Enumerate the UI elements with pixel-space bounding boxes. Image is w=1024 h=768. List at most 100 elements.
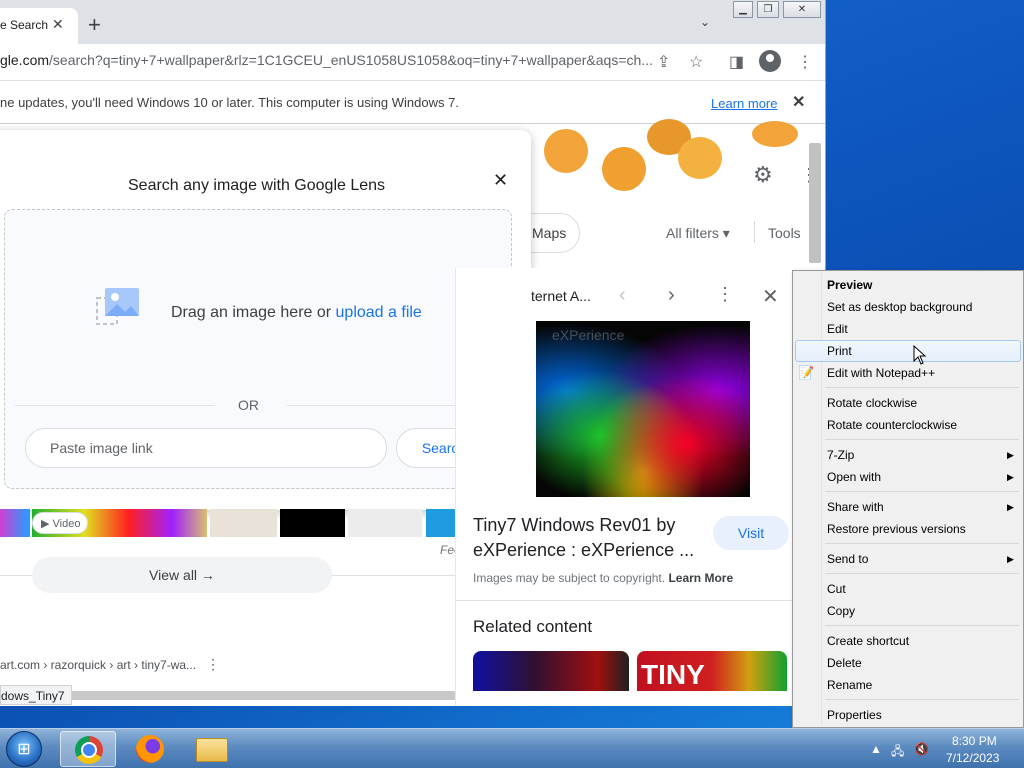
notepad-plus-plus-icon: 📝 [798,365,815,380]
close-window-button[interactable]: ✕ [783,1,821,18]
menu-item-delete[interactable]: Delete [827,656,862,670]
doodle-icon[interactable] [544,129,588,173]
preview-image[interactable]: eXPerience [536,321,750,497]
menu-item-properties[interactable]: Properties [827,708,882,722]
new-tab-button[interactable]: + [88,12,101,38]
taskbar-explorer-button[interactable] [184,731,240,767]
clock-date[interactable]: 7/12/2023 [946,751,999,765]
menu-item-cut[interactable]: Cut [827,582,846,596]
menu-item-edit-with-notepad[interactable]: Edit with Notepad++ [827,366,935,380]
submenu-arrow-icon: ▶ [1007,472,1014,482]
settings-gear-icon[interactable]: ⚙ [753,162,773,188]
doodle-icon[interactable] [678,137,722,179]
related-thumbnail[interactable] [473,651,629,691]
result-cite[interactable]: art.com › razorquick › art › tiny7-wa... [0,658,196,672]
menu-item-print[interactable]: Print [827,344,852,358]
address-bar[interactable]: gle.com/search?q=tiny+7+wallpaper&rlz=1C… [0,52,653,68]
learn-more-link[interactable]: Learn more [711,96,777,111]
menu-separator [825,699,1019,700]
visit-button[interactable]: Visit [713,516,789,550]
tab-strip: e Search ✕ + ⌄ ▁ ❐ ✕ [0,0,825,44]
menu-item-7zip[interactable]: 7-Zip [827,448,854,462]
previous-image-icon[interactable]: ‹ [619,284,626,307]
result-more-icon[interactable]: ⋮ [206,656,220,673]
menu-separator [825,573,1019,574]
video-badge-label: ▶ Video [41,518,81,530]
menu-item-share-with[interactable]: Share with [827,500,884,514]
tab-close-icon[interactable]: ✕ [52,16,64,33]
show-hidden-icons-icon[interactable]: ▲ [870,742,882,756]
tab-search-chevron-icon[interactable]: ⌄ [700,15,710,29]
side-panel-icon[interactable]: ◨ [729,52,744,72]
menu-item-open-with[interactable]: Open with [827,470,881,484]
related-thumbnail[interactable]: TINY [637,651,787,691]
panel-close-icon[interactable]: ✕ [762,284,779,309]
visit-label: Visit [737,525,765,541]
doodle-icon[interactable] [602,147,646,191]
restore-button[interactable]: ❐ [757,1,779,18]
status-bubble: dows_Tiny7 [0,685,72,705]
or-divider-left [15,405,215,406]
image-drop-zone[interactable]: Drag an image here or upload a file OR P… [4,209,512,489]
menu-item-set-desktop-background[interactable]: Set as desktop background [827,300,972,314]
minimize-button[interactable]: ▁ [733,1,753,18]
search-results-page: ⚙ ⋮ Maps All filters ▾ Tools Search any … [0,119,825,706]
upload-file-link[interactable]: upload a file [336,304,422,321]
start-button[interactable]: ⊞ [6,731,42,767]
drag-text: Drag an image here or [171,304,336,321]
chrome-icon [75,736,103,764]
drag-instructions: Drag an image here or upload a file [171,304,422,322]
next-image-icon[interactable]: › [668,284,675,307]
infobar-close-icon[interactable]: ✕ [792,92,805,112]
bookmark-star-icon[interactable]: ☆ [689,52,703,72]
menu-item-send-to[interactable]: Send to [827,552,868,566]
result-thumbnail[interactable] [280,509,345,537]
lens-close-icon[interactable]: ✕ [493,170,508,191]
doodle-icon[interactable] [752,121,798,147]
submenu-arrow-icon: ▶ [1007,554,1014,564]
panel-more-icon[interactable]: ⋮ [716,284,734,305]
menu-item-edit[interactable]: Edit [827,322,848,336]
tools-button[interactable]: Tools [768,225,801,241]
menu-item-restore-previous-versions[interactable]: Restore previous versions [827,522,966,536]
tab-google-search[interactable]: e Search [0,8,78,44]
profile-avatar-icon[interactable] [759,50,781,72]
chrome-menu-icon[interactable]: ⋮ [797,52,813,72]
panel-divider [456,600,796,601]
taskbar: ⊞ ▲ 🖧 🔇 8:30 PM 7/12/2023 [0,728,1024,768]
copyright-notice: Images may be subject to copyright. Lear… [473,571,733,585]
result-thumbnail[interactable] [210,509,277,537]
menu-item-rotate-counterclockwise[interactable]: Rotate counterclockwise [827,418,957,432]
volume-muted-icon[interactable]: 🔇 [914,742,929,756]
taskbar-chrome-button[interactable] [60,731,116,767]
result-thumbnail[interactable] [348,509,422,537]
share-icon[interactable]: ⇪ [657,52,670,72]
panel-title[interactable]: Tiny7 Windows Rev01 by eXPerience : eXPe… [473,513,703,563]
vertical-scrollbar[interactable] [809,143,821,263]
panel-source[interactable]: ternet A... [531,288,591,304]
context-menu: 📝 Preview Set as desktop background Edit… [792,270,1024,728]
menu-separator [825,543,1019,544]
result-thumbnail[interactable] [426,509,456,537]
related-heading: Related content [473,617,593,636]
menu-item-preview[interactable]: Preview [827,278,872,292]
copyright-learn-more-link[interactable]: Learn More [668,571,733,585]
menu-item-rename[interactable]: Rename [827,678,872,692]
menu-item-create-shortcut[interactable]: Create shortcut [827,634,909,648]
taskbar-firefox-button[interactable] [122,731,178,767]
result-thumbnail[interactable] [0,509,30,537]
menu-item-copy[interactable]: Copy [827,604,855,618]
network-icon[interactable]: 🖧 [891,742,904,763]
submenu-arrow-icon: ▶ [1007,450,1014,460]
view-all-button[interactable]: View all → [32,557,332,593]
all-filters-button[interactable]: All filters ▾ [666,225,730,242]
paste-image-link-input[interactable]: Paste image link [25,428,387,468]
menu-item-rotate-clockwise[interactable]: Rotate clockwise [827,396,917,410]
paste-placeholder: Paste image link [50,440,153,456]
menu-separator [825,387,1019,388]
url-path: /search?q=tiny+7+wallpaper&rlz=1C1GCEU_e… [49,52,653,68]
image-preview-panel: ternet A... ‹ › ⋮ ✕ eXPerience Tiny7 Win… [455,268,796,706]
submenu-arrow-icon: ▶ [1007,502,1014,512]
menu-separator [825,439,1019,440]
clock-time[interactable]: 8:30 PM [952,734,997,748]
